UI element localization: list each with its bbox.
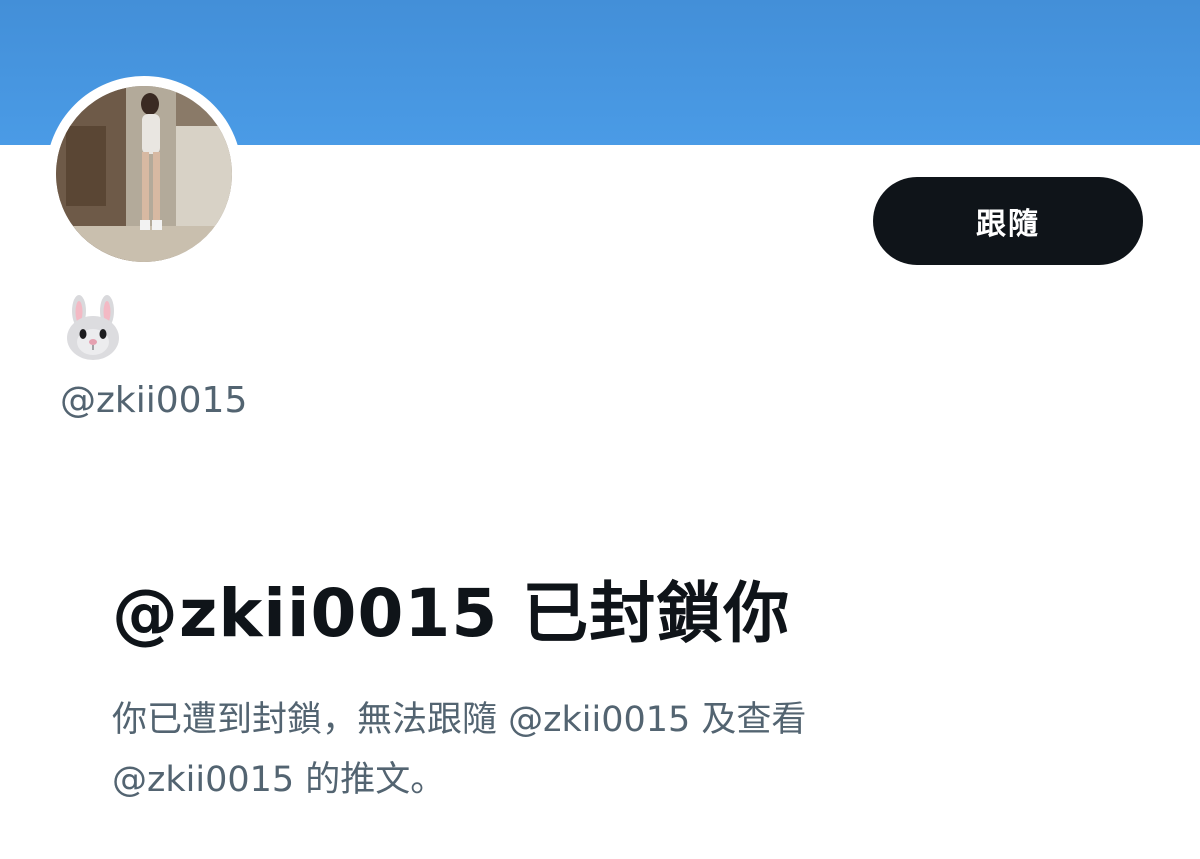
blocked-description-line-2: @zkii0015 的推文。 xyxy=(112,760,446,800)
avatar-photo xyxy=(56,86,232,262)
blocked-title: @zkii0015 已封鎖你 xyxy=(112,575,791,652)
profile-handle: @zkii0015 xyxy=(60,380,248,421)
rabbit-face-icon xyxy=(62,295,124,361)
blocked-description: 你已遭到封鎖，無法跟隨 @zkii0015 及查看 @zkii0015 的推文。 xyxy=(112,690,972,810)
follow-button[interactable]: 跟隨 xyxy=(873,177,1143,265)
profile-page: 跟隨 @zkii0015 @zkii0015 已封鎖你 你已遭到封鎖，無法跟隨 … xyxy=(0,0,1200,859)
blocked-description-line-1: 你已遭到封鎖，無法跟隨 @zkii0015 及查看 xyxy=(112,700,807,740)
avatar[interactable] xyxy=(56,86,232,262)
avatar-ring xyxy=(46,76,242,272)
